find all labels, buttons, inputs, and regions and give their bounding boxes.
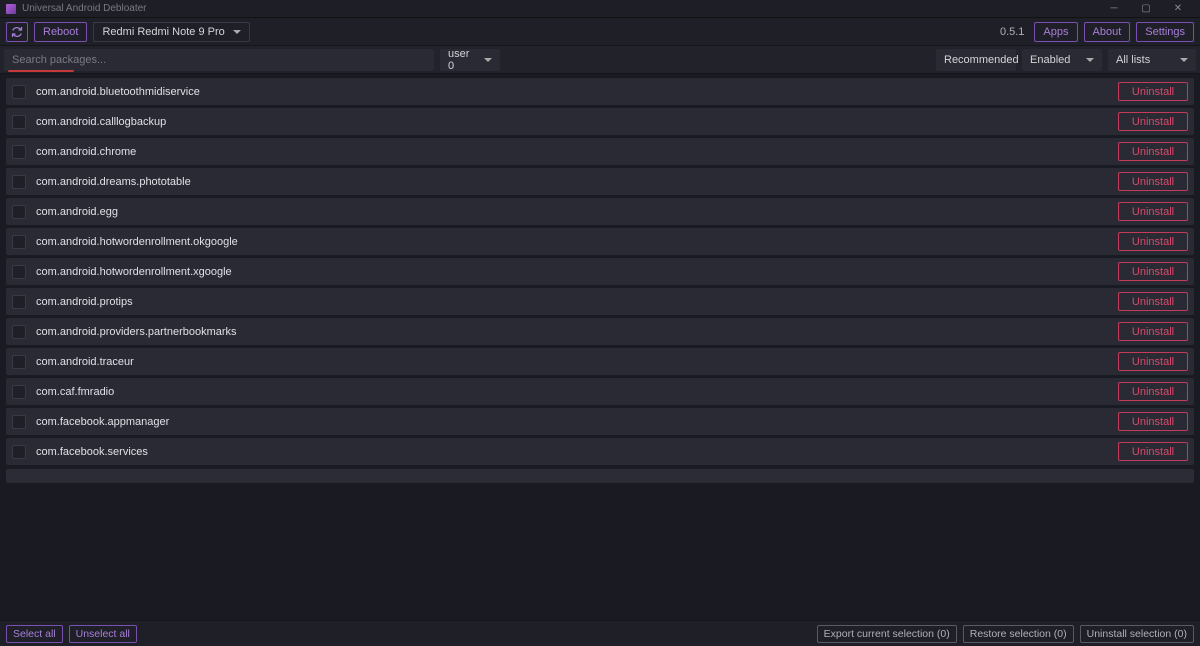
package-row[interactable]: com.android.hotwordenrollment.xgoogleUni…	[6, 258, 1194, 285]
package-checkbox[interactable]	[12, 175, 26, 189]
apps-button[interactable]: Apps	[1034, 22, 1077, 42]
package-name: com.android.hotwordenrollment.okgoogle	[36, 236, 1118, 248]
uninstall-button[interactable]: Uninstall	[1118, 262, 1188, 281]
user-select-value: user 0	[448, 48, 474, 72]
package-name: com.android.egg	[36, 206, 1118, 218]
package-checkbox[interactable]	[12, 85, 26, 99]
uninstall-button[interactable]: Uninstall	[1118, 202, 1188, 221]
uninstall-button[interactable]: Uninstall	[1118, 112, 1188, 131]
package-checkbox[interactable]	[12, 235, 26, 249]
package-name: com.facebook.appmanager	[36, 416, 1118, 428]
package-name: com.android.dreams.phototable	[36, 176, 1118, 188]
search-input[interactable]	[4, 49, 434, 71]
package-checkbox[interactable]	[12, 355, 26, 369]
refresh-button[interactable]	[6, 22, 28, 42]
maximize-icon[interactable]: ▢	[1130, 3, 1162, 14]
search-focus-indicator	[8, 70, 74, 72]
bottom-bar: Select all Unselect all Export current s…	[0, 620, 1200, 646]
status-select[interactable]: Enabled	[1022, 49, 1102, 71]
package-checkbox[interactable]	[12, 205, 26, 219]
package-row[interactable]: com.android.bluetoothmidiserviceUninstal…	[6, 78, 1194, 105]
package-name: com.android.chrome	[36, 146, 1118, 158]
minimize-icon[interactable]: ─	[1098, 3, 1130, 14]
select-all-button[interactable]: Select all	[6, 625, 63, 643]
settings-button[interactable]: Settings	[1136, 22, 1194, 42]
status-value: Enabled	[1030, 54, 1070, 66]
package-list: com.android.bluetoothmidiserviceUninstal…	[0, 74, 1200, 465]
about-button[interactable]: About	[1084, 22, 1131, 42]
uninstall-button[interactable]: Uninstall	[1118, 172, 1188, 191]
restore-selection-button[interactable]: Restore selection (0)	[963, 625, 1074, 643]
uninstall-button[interactable]: Uninstall	[1118, 322, 1188, 341]
window-title: Universal Android Debloater	[22, 3, 147, 14]
refresh-icon	[11, 26, 23, 38]
package-row[interactable]: com.android.eggUninstall	[6, 198, 1194, 225]
package-checkbox[interactable]	[12, 145, 26, 159]
package-name: com.android.traceur	[36, 356, 1118, 368]
package-row[interactable]: com.android.providers.partnerbookmarksUn…	[6, 318, 1194, 345]
package-name: com.android.calllogbackup	[36, 116, 1118, 128]
package-row[interactable]: com.android.traceurUninstall	[6, 348, 1194, 375]
recommendation-value: Recommended	[944, 54, 1019, 66]
device-name: Redmi Redmi Note 9 Pro	[102, 26, 224, 38]
list-select[interactable]: All lists	[1108, 49, 1196, 71]
package-checkbox[interactable]	[12, 385, 26, 399]
close-icon[interactable]: ✕	[1162, 3, 1194, 14]
package-row[interactable]: com.android.protipsUninstall	[6, 288, 1194, 315]
reboot-button[interactable]: Reboot	[34, 22, 87, 42]
export-selection-button[interactable]: Export current selection (0)	[817, 625, 957, 643]
package-checkbox[interactable]	[12, 415, 26, 429]
user-select[interactable]: user 0	[440, 49, 500, 71]
package-row[interactable]: com.android.chromeUninstall	[6, 138, 1194, 165]
uninstall-button[interactable]: Uninstall	[1118, 352, 1188, 371]
version-label: 0.5.1	[1000, 26, 1024, 38]
top-toolbar: Reboot Redmi Redmi Note 9 Pro 0.5.1 Apps…	[0, 18, 1200, 46]
recommendation-select[interactable]: Recommended	[936, 49, 1016, 71]
package-name: com.android.hotwordenrollment.xgoogle	[36, 266, 1118, 278]
chevron-down-icon	[233, 30, 241, 34]
package-name: com.android.providers.partnerbookmarks	[36, 326, 1118, 338]
chevron-down-icon	[1180, 58, 1188, 62]
package-checkbox[interactable]	[12, 445, 26, 459]
uninstall-button[interactable]: Uninstall	[1118, 82, 1188, 101]
uninstall-button[interactable]: Uninstall	[1118, 142, 1188, 161]
uninstall-button[interactable]: Uninstall	[1118, 232, 1188, 251]
uninstall-button[interactable]: Uninstall	[1118, 412, 1188, 431]
device-select[interactable]: Redmi Redmi Note 9 Pro	[93, 22, 249, 42]
package-row[interactable]: com.android.hotwordenrollment.okgoogleUn…	[6, 228, 1194, 255]
package-row[interactable]: com.caf.fmradioUninstall	[6, 378, 1194, 405]
package-checkbox[interactable]	[12, 325, 26, 339]
package-checkbox[interactable]	[12, 265, 26, 279]
chevron-down-icon	[484, 58, 492, 62]
uninstall-button[interactable]: Uninstall	[1118, 442, 1188, 461]
filter-bar: user 0 Recommended Enabled All lists	[0, 46, 1200, 74]
search-wrap	[4, 49, 434, 71]
list-value: All lists	[1116, 54, 1150, 66]
package-name: com.android.protips	[36, 296, 1118, 308]
titlebar: Universal Android Debloater ─ ▢ ✕	[0, 0, 1200, 18]
package-checkbox[interactable]	[12, 115, 26, 129]
uninstall-button[interactable]: Uninstall	[1118, 382, 1188, 401]
package-name: com.caf.fmradio	[36, 386, 1118, 398]
package-checkbox[interactable]	[12, 295, 26, 309]
package-name: com.android.bluetoothmidiservice	[36, 86, 1118, 98]
package-name: com.facebook.services	[36, 446, 1118, 458]
package-row[interactable]: com.android.calllogbackupUninstall	[6, 108, 1194, 135]
package-row[interactable]: com.android.dreams.phototableUninstall	[6, 168, 1194, 195]
detail-panel	[6, 469, 1194, 483]
chevron-down-icon	[1086, 58, 1094, 62]
package-row[interactable]: com.facebook.servicesUninstall	[6, 438, 1194, 465]
uninstall-button[interactable]: Uninstall	[1118, 292, 1188, 311]
app-icon	[6, 4, 16, 14]
package-row[interactable]: com.facebook.appmanagerUninstall	[6, 408, 1194, 435]
unselect-all-button[interactable]: Unselect all	[69, 625, 137, 643]
uninstall-selection-button[interactable]: Uninstall selection (0)	[1080, 625, 1194, 643]
